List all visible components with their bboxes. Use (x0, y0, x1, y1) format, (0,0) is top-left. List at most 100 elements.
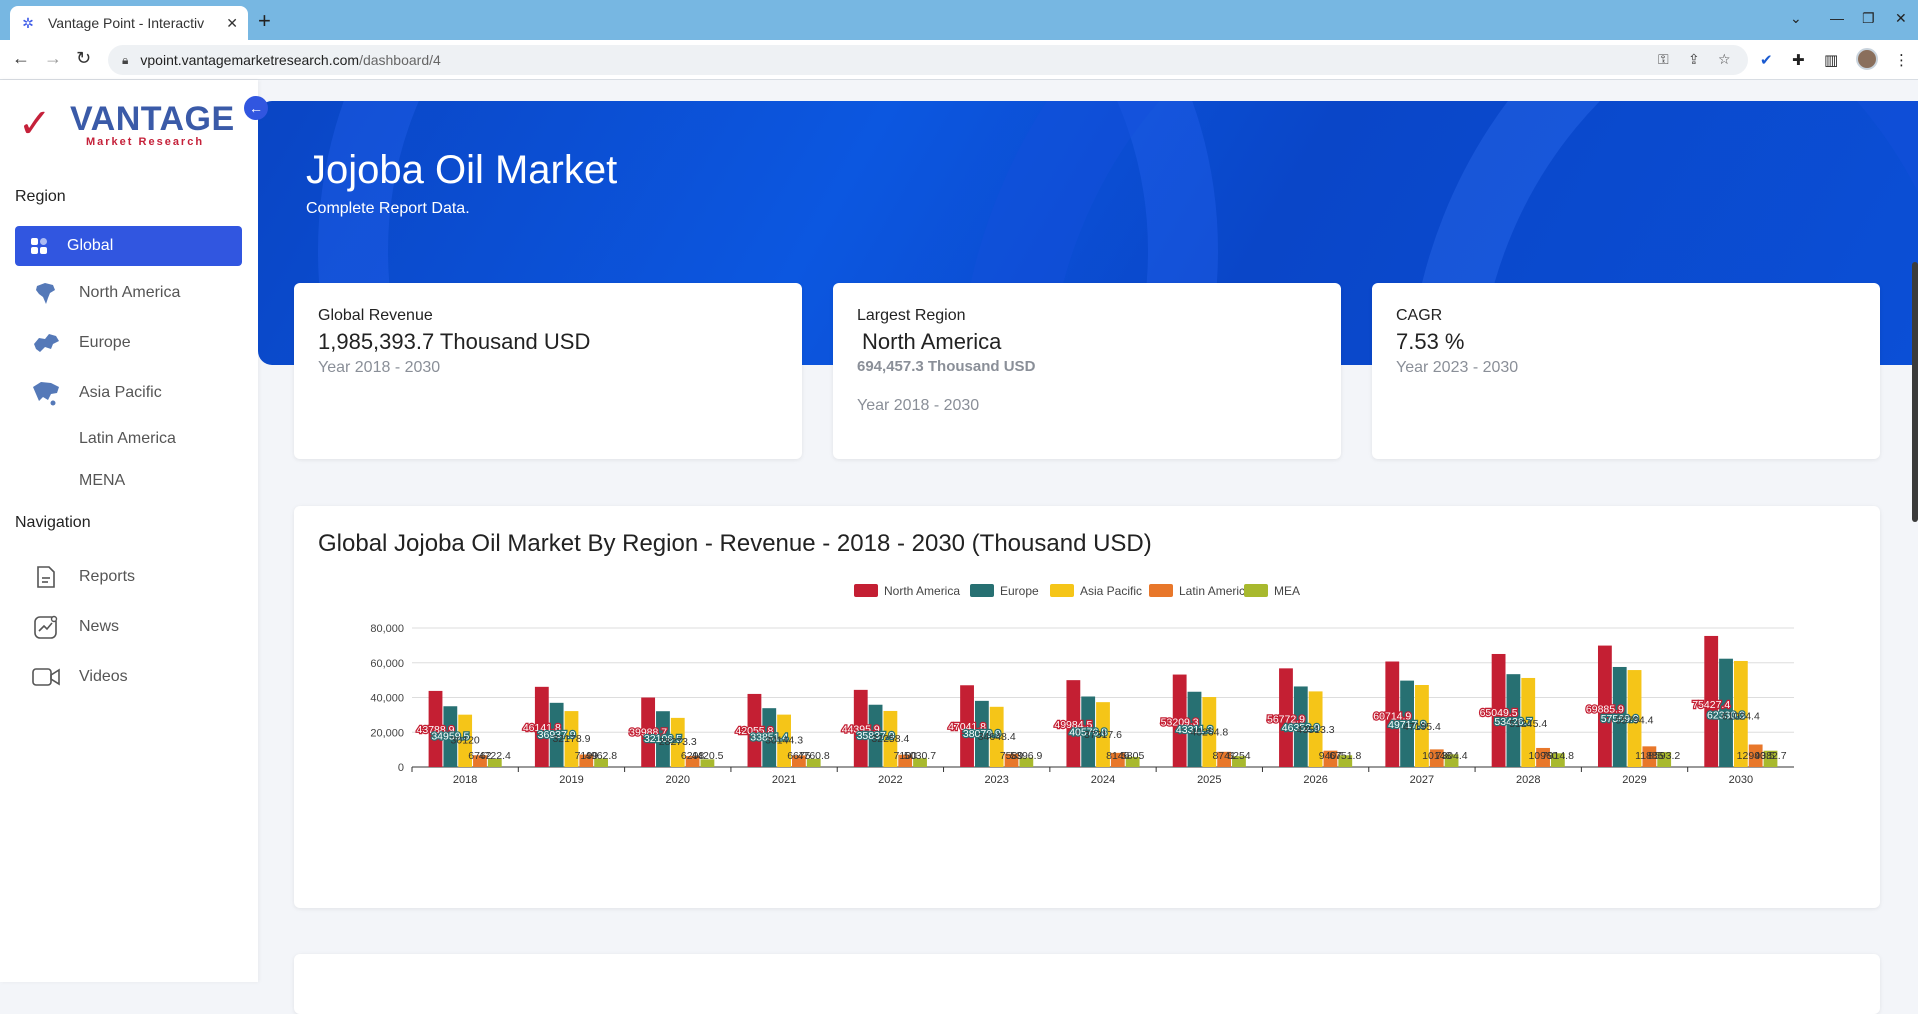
data-label: 6254 (1227, 750, 1251, 762)
sidebar-item-mena[interactable]: MENA (15, 461, 242, 501)
extensions-puzzle-icon[interactable]: ✚ (1792, 51, 1805, 69)
forward-icon[interactable]: → (44, 48, 62, 69)
region-revenue-chart-card: Global Jojoba Oil Market By Region - Rev… (294, 506, 1880, 908)
share-icon[interactable]: ⇪ (1688, 51, 1700, 68)
x-tick-label: 2030 (1729, 774, 1753, 786)
x-tick-label: 2020 (666, 774, 690, 786)
sidebar-item-label: Videos (79, 668, 128, 685)
data-label: 4962.8 (585, 750, 617, 762)
address-bar[interactable]: 🔒︎ vpoint.vantagemarketresearch.com/dash… (108, 45, 1748, 75)
data-label: 43513.3 (1297, 724, 1335, 736)
minimize-icon[interactable]: — (1830, 10, 1844, 26)
page-title: Jojoba Oil Market (306, 148, 618, 192)
x-tick-label: 2029 (1622, 774, 1646, 786)
sidebar-item-label: Latin America (79, 430, 176, 447)
legend-swatch (854, 584, 878, 597)
sidebar-item-reports[interactable]: Reports (15, 557, 242, 597)
key-icon[interactable]: ⚿ (1658, 51, 1669, 68)
close-tab-icon[interactable]: ✕ (226, 15, 238, 32)
document-icon (25, 565, 67, 589)
x-tick-label: 2022 (878, 774, 902, 786)
url-path: /dashboard/4 (359, 52, 441, 68)
data-label: 6751.8 (1329, 750, 1361, 762)
data-label: 4760.8 (798, 750, 830, 762)
legend-label: Asia Pacific (1080, 584, 1142, 598)
vantage-logo[interactable]: ✓ VANTAGE Market Research (18, 98, 234, 150)
collapse-sidebar-button[interactable]: ← (244, 96, 268, 120)
next-section-card (294, 954, 1880, 1014)
sidebar-item-latin-america[interactable]: Latin America (15, 419, 242, 459)
data-label: 4722.4 (479, 750, 511, 762)
y-tick-label: 80,000 (370, 623, 404, 635)
browser-tab[interactable]: ✲ Vantage Point - Interactiv ✕ (10, 6, 248, 40)
data-label: 47195.4 (1403, 721, 1441, 733)
sidebar-item-europe[interactable]: Europe (15, 323, 242, 363)
north-america-map-icon (25, 280, 67, 306)
tab-search-icon[interactable]: ⌄ (1790, 10, 1802, 27)
back-icon[interactable]: ← (12, 48, 30, 69)
url-host: vpoint.vantagemarketresearch.com (140, 52, 360, 68)
y-tick-label: 40,000 (370, 693, 404, 705)
card-sub-value: 694,457.3 Thousand USD (857, 358, 1036, 375)
data-label: 61024.4 (1722, 710, 1760, 722)
sidebar-item-label: Europe (79, 334, 131, 351)
x-tick-label: 2019 (559, 774, 583, 786)
close-window-icon[interactable]: ✕ (1895, 10, 1907, 27)
sidebar-item-label: MENA (79, 472, 126, 489)
profile-avatar[interactable] (1856, 48, 1878, 70)
data-label: 5805 (1121, 750, 1145, 762)
bookmark-star-icon[interactable]: ☆ (1718, 51, 1731, 68)
logo-mark-icon: ✓ (18, 102, 52, 146)
data-label: 5030.7 (904, 750, 936, 762)
new-tab-icon[interactable]: + (258, 8, 271, 34)
sidebar-item-global[interactable]: Global (15, 226, 242, 266)
sidebar: ✓ VANTAGE Market Research Region Global … (0, 80, 258, 982)
sidebar-item-asia-pacific[interactable]: Asia Pacific (15, 373, 242, 413)
x-tick-label: 2018 (453, 774, 477, 786)
card-note: Year 2018 - 2030 (857, 397, 980, 414)
sidebar-item-north-america[interactable]: North America (15, 273, 242, 313)
data-label: 8593.2 (1648, 750, 1680, 762)
data-label: 40264.8 (1190, 727, 1228, 739)
card-label: Global Revenue (318, 307, 433, 324)
sidebar-item-news[interactable]: News (15, 607, 242, 647)
card-label: CAGR (1396, 307, 1443, 324)
legend-swatch (1244, 584, 1268, 597)
page-scrollbar[interactable] (1912, 262, 1918, 522)
legend-swatch (1050, 584, 1074, 597)
navigation-heading: Navigation (15, 514, 91, 531)
data-label: 7914.8 (1542, 750, 1574, 762)
data-label: 55794.4 (1616, 714, 1654, 726)
data-label: 30120 (451, 734, 480, 746)
arrow-left-icon: ← (249, 100, 263, 116)
site-favicon-icon: ✲ (22, 14, 34, 31)
side-panel-icon[interactable]: ▥ (1824, 51, 1838, 69)
extension-check-icon[interactable]: ✔ (1760, 51, 1773, 69)
tab-title: Vantage Point - Interactiv (48, 15, 205, 31)
reload-icon[interactable]: ↻ (76, 48, 91, 69)
card-value: 1,985,393.7 Thousand USD (318, 329, 591, 354)
data-label: 32258.4 (871, 733, 909, 745)
logo-sub: Market Research (86, 136, 205, 148)
legend-label: MEA (1274, 584, 1300, 598)
data-label: 34648.4 (978, 731, 1016, 743)
sidebar-item-label: Global (67, 237, 114, 254)
legend-swatch (1149, 584, 1173, 597)
global-revenue-card: Global Revenue 1,985,393.7 Thousand USD … (294, 283, 802, 459)
sidebar-item-label: Reports (79, 568, 136, 585)
restore-icon[interactable]: ❐ (1862, 10, 1875, 27)
x-tick-label: 2026 (1303, 774, 1327, 786)
largest-region-card: Largest Region North America 694,457.3 T… (833, 283, 1341, 459)
data-label: 28273.3 (659, 736, 697, 748)
card-note: Year 2023 - 2030 (1396, 359, 1519, 376)
region-revenue-bar-chart: North America Europe Asia Pacific Latin Ame… (370, 584, 1794, 786)
sidebar-item-label: News (79, 618, 120, 635)
asia-pacific-map-icon (25, 379, 67, 407)
x-tick-label: 2023 (984, 774, 1008, 786)
cagr-card: CAGR 7.53 % Year 2023 - 2030 (1372, 283, 1880, 459)
data-label: 7304.4 (1436, 750, 1468, 762)
data-label: 37317.6 (1084, 729, 1122, 741)
logo-word: VANTAGE (70, 100, 235, 138)
browser-menu-icon[interactable]: ⋮ (1894, 51, 1909, 69)
sidebar-item-videos[interactable]: Videos (15, 657, 242, 697)
